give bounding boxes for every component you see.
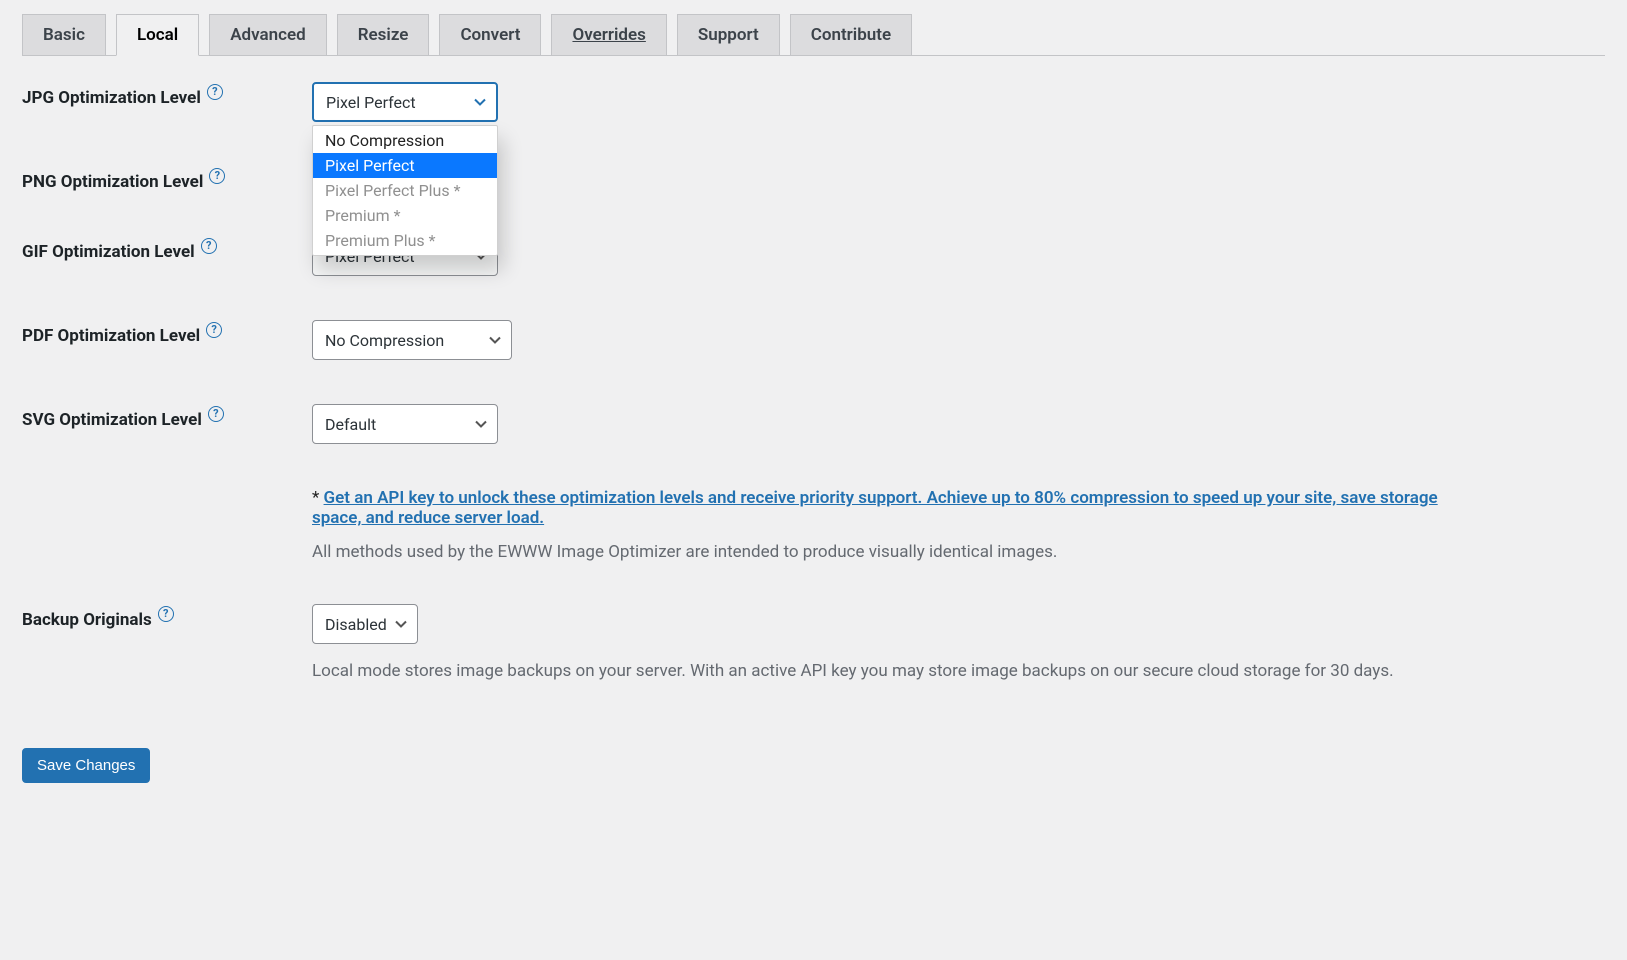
label-svg: SVG Optimization Level ?	[22, 404, 312, 430]
label-gif: GIF Optimization Level ?	[22, 236, 312, 262]
tab-label: Resize	[358, 25, 409, 45]
label-backup: Backup Originals ?	[22, 604, 312, 630]
tab-label: Contribute	[811, 25, 891, 45]
dropdown-jpg-options: No Compression Pixel Perfect Pixel Perfe…	[312, 125, 498, 256]
tab-contribute[interactable]: Contribute	[790, 14, 912, 55]
label-text: PDF Optimization Level	[22, 326, 200, 346]
dropdown-option[interactable]: Premium Plus *	[313, 228, 497, 253]
row-backup: Backup Originals ? Disabled Local mode s…	[22, 604, 1605, 684]
field-pdf: No Compression	[312, 320, 1605, 360]
help-icon[interactable]: ?	[201, 238, 217, 254]
label-text: SVG Optimization Level	[22, 410, 202, 430]
tab-advanced[interactable]: Advanced	[209, 14, 327, 55]
chevron-down-icon	[475, 418, 487, 430]
field-backup: Disabled Local mode stores image backups…	[312, 604, 1605, 684]
settings-form: JPG Optimization Level ? Pixel Perfect N…	[22, 82, 1605, 684]
api-key-note: * Get an API key to unlock these optimiz…	[312, 488, 1462, 528]
dropdown-option[interactable]: No Compression	[313, 128, 497, 153]
tab-bar: Basic Local Advanced Resize Convert Over…	[22, 14, 1605, 56]
help-icon[interactable]: ?	[208, 406, 224, 422]
tab-label: Basic	[43, 25, 85, 45]
select-pdf[interactable]: No Compression	[312, 320, 512, 360]
select-value: Pixel Perfect	[326, 93, 416, 112]
tab-convert[interactable]: Convert	[439, 14, 541, 55]
select-svg[interactable]: Default	[312, 404, 498, 444]
label-text: Backup Originals	[22, 610, 152, 630]
dropdown-option[interactable]: Premium *	[313, 203, 497, 228]
tab-label: Overrides	[572, 25, 645, 45]
chevron-down-icon	[474, 96, 486, 108]
chevron-down-icon	[489, 334, 501, 346]
tab-resize[interactable]: Resize	[337, 14, 430, 55]
tab-local[interactable]: Local	[116, 14, 199, 56]
label-text: GIF Optimization Level	[22, 242, 195, 262]
tab-label: Advanced	[230, 25, 306, 45]
row-pdf: PDF Optimization Level ? No Compression	[22, 320, 1605, 360]
row-svg: SVG Optimization Level ? Default	[22, 404, 1605, 444]
row-jpg: JPG Optimization Level ? Pixel Perfect N…	[22, 82, 1605, 122]
dropdown-option[interactable]: Pixel Perfect Plus *	[313, 178, 497, 203]
select-value: Default	[325, 415, 376, 434]
tab-label: Support	[698, 25, 759, 45]
dropdown-option[interactable]: Pixel Perfect	[313, 153, 497, 178]
label-text: PNG Optimization Level	[22, 172, 203, 192]
label-pdf: PDF Optimization Level ?	[22, 320, 312, 346]
tab-basic[interactable]: Basic	[22, 14, 106, 55]
label-jpg: JPG Optimization Level ?	[22, 82, 312, 108]
tab-label: Local	[137, 25, 178, 45]
select-value: No Compression	[325, 331, 444, 350]
backup-description: Local mode stores image backups on your …	[312, 658, 1412, 684]
save-button[interactable]: Save Changes	[22, 748, 150, 783]
row-gif: GIF Optimization Level ? Pixel Perfect	[22, 236, 1605, 276]
tab-overrides[interactable]: Overrides	[551, 14, 666, 55]
label-text: JPG Optimization Level	[22, 88, 201, 108]
methods-note: All methods used by the EWWW Image Optim…	[312, 542, 1462, 562]
field-jpg: Pixel Perfect No Compression Pixel Perfe…	[312, 82, 1605, 122]
select-jpg[interactable]: Pixel Perfect	[312, 82, 498, 122]
help-icon[interactable]: ?	[206, 322, 222, 338]
star: *	[312, 488, 324, 508]
select-value: Disabled	[325, 615, 387, 634]
select-backup[interactable]: Disabled	[312, 604, 418, 644]
help-icon[interactable]: ?	[209, 168, 225, 184]
help-icon[interactable]: ?	[207, 84, 223, 100]
tab-label: Convert	[460, 25, 520, 45]
field-svg: Default	[312, 404, 1605, 444]
row-png: PNG Optimization Level ?	[22, 166, 1605, 192]
label-png: PNG Optimization Level ?	[22, 166, 312, 192]
chevron-down-icon	[395, 618, 407, 630]
help-icon[interactable]: ?	[158, 606, 174, 622]
info-block: * Get an API key to unlock these optimiz…	[312, 488, 1462, 562]
tab-support[interactable]: Support	[677, 14, 780, 55]
api-key-link[interactable]: Get an API key to unlock these optimizat…	[312, 488, 1438, 528]
field-gif: Pixel Perfect	[312, 236, 1605, 276]
